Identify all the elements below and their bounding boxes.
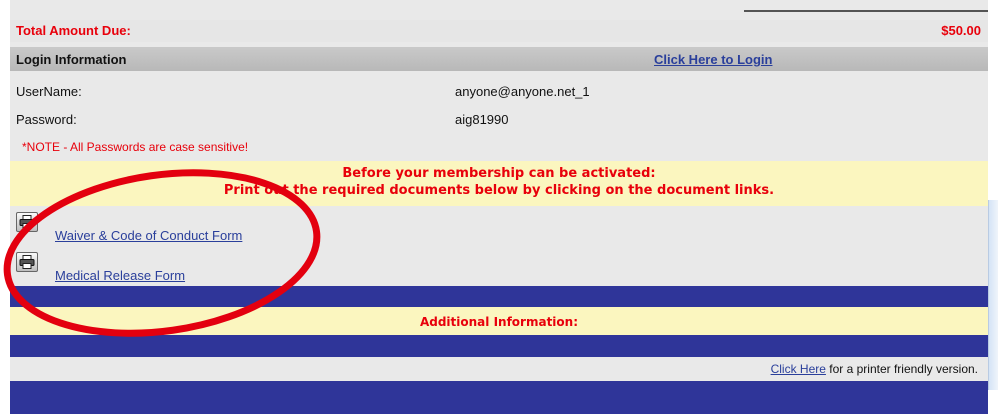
- medical-release-form-link[interactable]: Medical Release Form: [55, 268, 185, 283]
- membership-panel: Total Amount Due: $50.00 Login Informati…: [10, 0, 988, 414]
- activation-notice-line2: Print out the required documents below b…: [223, 183, 775, 198]
- document-row-medical: Medical Release Form: [10, 248, 988, 283]
- total-amount-value: $50.00: [941, 23, 981, 38]
- printer-friendly-row: Click Here for a printer friendly versio…: [10, 357, 988, 381]
- login-information-header: Login Information Click Here to Login: [10, 47, 988, 71]
- blue-separator-bar: [10, 286, 988, 307]
- blue-separator-bar: [10, 335, 988, 357]
- activation-notice: Before your membership can be activated:…: [10, 161, 988, 206]
- printer-friendly-link[interactable]: Click Here: [771, 362, 826, 376]
- printer-icon[interactable]: [16, 212, 38, 232]
- printer-friendly-suffix: for a printer friendly version.: [825, 362, 978, 376]
- login-link[interactable]: Click Here to Login: [654, 52, 772, 67]
- divider-line: [744, 10, 988, 12]
- password-note: *NOTE - All Passwords are case sensitive…: [10, 136, 988, 158]
- password-label: Password:: [16, 112, 77, 127]
- username-row: UserName: anyone@anyone.net_1: [10, 79, 988, 103]
- printer-icon[interactable]: [16, 252, 38, 272]
- total-amount-row: Total Amount Due: $50.00: [10, 20, 988, 42]
- username-label: UserName:: [16, 84, 82, 99]
- password-row: Password: aig81990: [10, 107, 988, 131]
- additional-information-label: Additional Information:: [419, 315, 579, 329]
- password-note-text: *NOTE - All Passwords are case sensitive…: [22, 140, 249, 154]
- password-value: aig81990: [455, 112, 509, 127]
- window-edge-scrollbar: [988, 200, 998, 390]
- waiver-form-link[interactable]: Waiver & Code of Conduct Form: [55, 228, 242, 243]
- activation-notice-line1: Before your membership can be activated:: [342, 166, 656, 181]
- total-amount-label: Total Amount Due:: [16, 23, 131, 38]
- document-row-waiver: Waiver & Code of Conduct Form: [10, 208, 988, 243]
- blue-footer-bar: [10, 381, 988, 414]
- printer-friendly-text: Click Here for a printer friendly versio…: [771, 362, 978, 376]
- login-information-title: Login Information: [16, 52, 127, 67]
- additional-information-header: Additional Information:: [10, 307, 988, 335]
- username-value: anyone@anyone.net_1: [455, 84, 590, 99]
